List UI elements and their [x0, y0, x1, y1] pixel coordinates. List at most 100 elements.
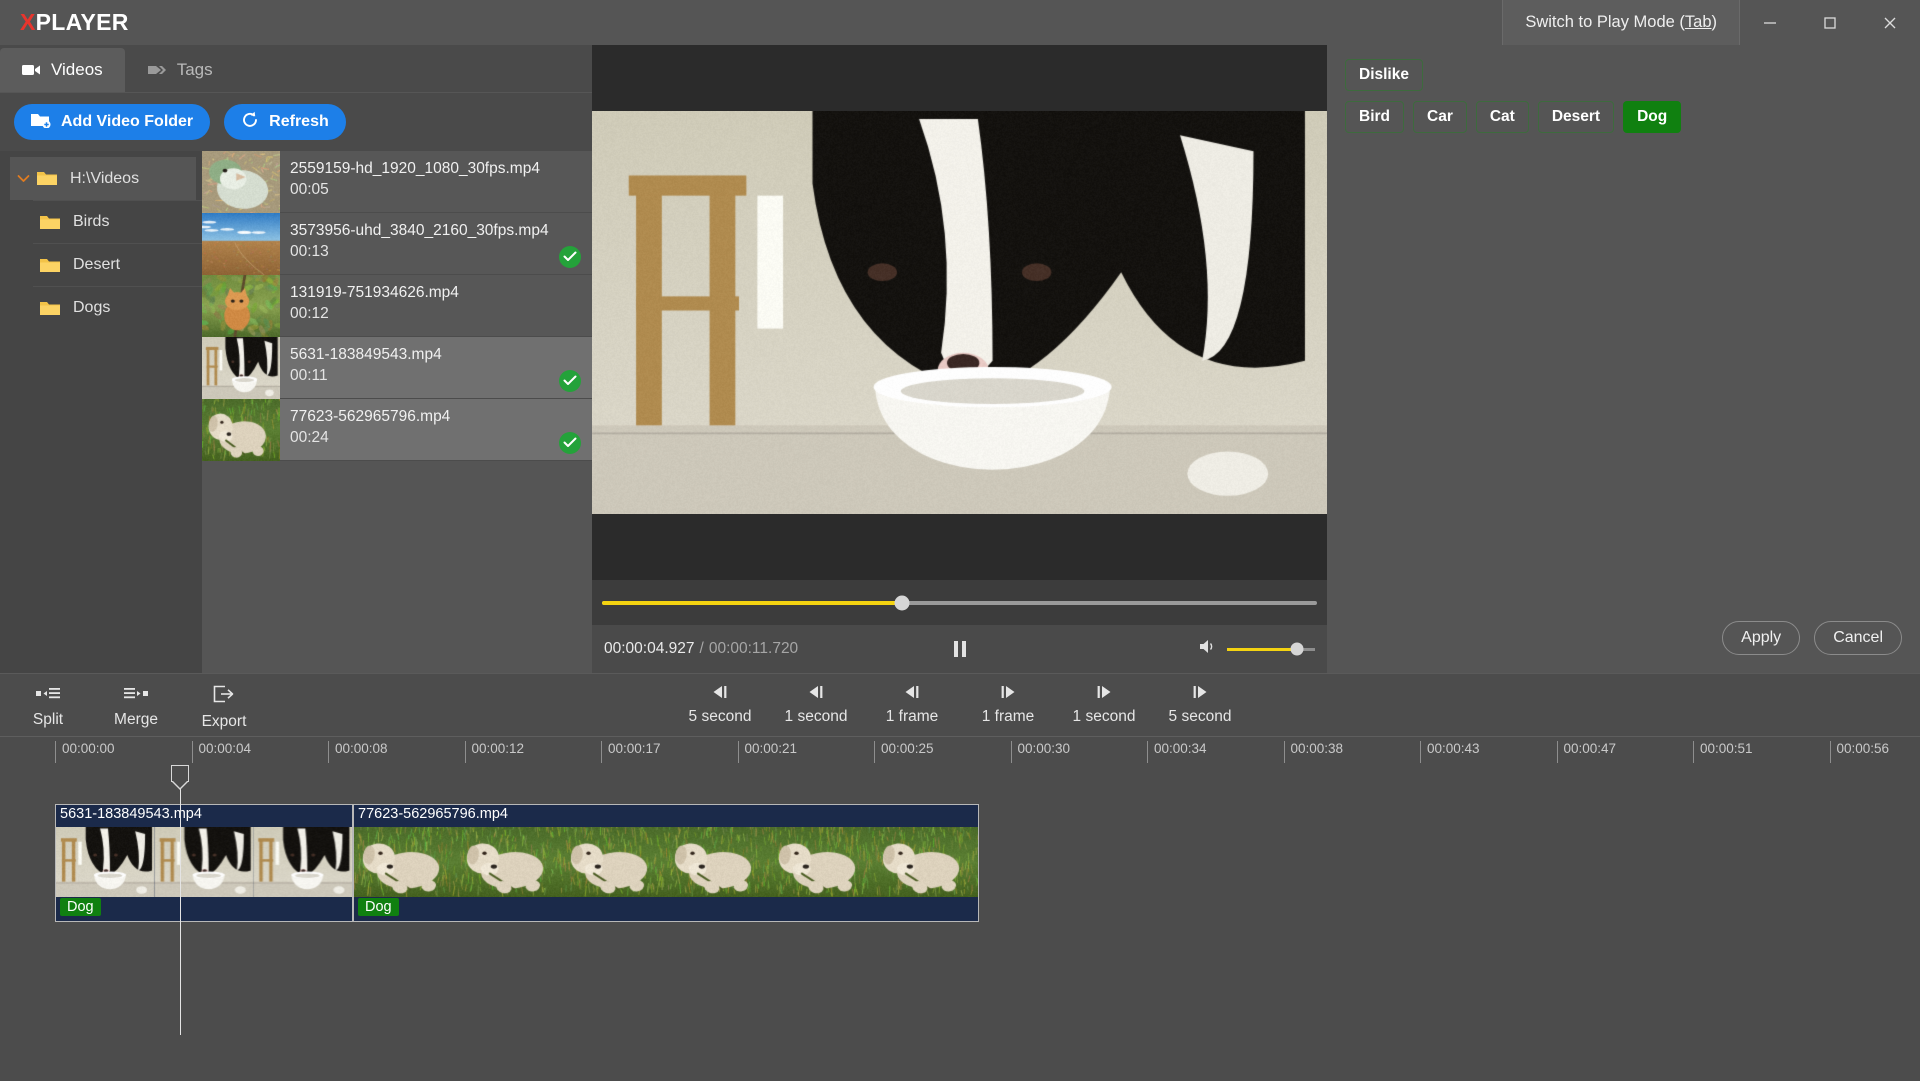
split-icon [36, 685, 60, 706]
seek-bar-container[interactable] [592, 580, 1327, 625]
video-item-name: 5631-183849543.mp4 [290, 345, 592, 365]
pause-button[interactable] [954, 641, 966, 657]
timeline-clip[interactable]: 5631-183849543.mp4 Dog [55, 804, 353, 922]
split-label: Split [33, 711, 63, 729]
forward-1-second-button[interactable]: 1 second [1068, 680, 1140, 726]
folder-icon [36, 170, 58, 187]
check-icon [563, 375, 577, 386]
tag-row-categories: Bird Car Cat Desert Dog [1345, 101, 1902, 133]
tree-item-desert[interactable]: Desert [33, 243, 202, 286]
forward-1-second-label: 1 second [1073, 708, 1136, 726]
switch-to-play-mode-button[interactable]: Switch to Play Mode ( Tab ) [1502, 0, 1740, 45]
tag-bird[interactable]: Bird [1345, 101, 1404, 133]
video-camera-icon [22, 63, 41, 77]
video-item-duration: 00:12 [290, 303, 592, 325]
back-1-frame-label: 1 frame [886, 708, 939, 726]
logo-text: PLAYER [36, 9, 129, 35]
seek-bar-fill [602, 601, 902, 605]
tag-desert[interactable]: Desert [1538, 101, 1614, 133]
add-video-folder-button[interactable]: Add Video Folder [14, 104, 210, 140]
back-5-second-button[interactable]: 5 second [684, 680, 756, 726]
video-item-meta: 131919-751934626.mp4 00:12 [280, 275, 592, 336]
export-icon [213, 685, 235, 708]
tree-item-root[interactable]: H:\Videos [10, 157, 196, 200]
video-list-item[interactable]: 131919-751934626.mp4 00:12 [202, 275, 592, 337]
split-button[interactable]: Split [10, 680, 86, 731]
video-item-duration: 00:11 [290, 365, 592, 387]
tag-icon [147, 63, 167, 77]
back-1-frame-button[interactable]: 1 frame [876, 680, 948, 726]
refresh-button[interactable]: Refresh [224, 104, 346, 140]
ruler-tick: 00:00:25 [874, 741, 934, 763]
timeline-ruler[interactable]: 00:00:00 00:00:04 00:00:08 00:00:12 00:00:17… [0, 736, 1920, 766]
ruler-tick: 00:00:38 [1284, 741, 1344, 763]
chevron-down-icon[interactable] [10, 171, 36, 186]
timeline-track-area[interactable]: 5631-183849543.mp4 Dog 77623-562965796.m… [0, 766, 1920, 1081]
seek-bar-handle[interactable] [895, 595, 910, 610]
tag-panel: Dislike Bird Car Cat Desert Dog Apply Ca… [1327, 45, 1920, 673]
refresh-icon [241, 111, 259, 134]
skip-forward-icon [1094, 685, 1114, 704]
maximize-button[interactable] [1800, 0, 1860, 45]
checked-badge [559, 246, 581, 268]
export-button[interactable]: Export [186, 680, 262, 731]
tree-item-birds-label: Birds [73, 213, 109, 231]
video-list-item[interactable]: 5631-183849543.mp4 00:11 [202, 337, 592, 399]
video-thumbnail [202, 399, 280, 461]
seek-bar[interactable] [602, 601, 1317, 605]
cancel-button[interactable]: Cancel [1814, 621, 1902, 655]
back-1-second-button[interactable]: 1 second [780, 680, 852, 726]
tag-cat[interactable]: Cat [1476, 101, 1529, 133]
folder-icon [39, 300, 61, 317]
timeline-clip-name: 77623-562965796.mp4 [358, 806, 508, 822]
app-logo: XPLAYER [0, 9, 129, 36]
video-item-meta: 5631-183849543.mp4 00:11 [280, 337, 592, 398]
merge-icon [124, 685, 148, 706]
video-item-duration: 00:05 [290, 179, 592, 201]
tab-tags[interactable]: Tags [125, 48, 235, 92]
left-body: H:\Videos Birds Desert Dogs 2559159-hd_1… [0, 151, 592, 673]
timeline-playhead[interactable] [180, 766, 181, 1035]
switch-mode-key: Tab [1685, 13, 1712, 32]
timeline-clip-filmstrip [56, 827, 352, 897]
check-icon [563, 437, 577, 448]
tag-car[interactable]: Car [1413, 101, 1467, 133]
volume-group[interactable] [1199, 639, 1315, 659]
timeline-clip-tag: Dog [60, 898, 101, 916]
add-video-folder-label: Add Video Folder [61, 113, 193, 131]
timeline-clip[interactable]: 77623-562965796.mp4 Dog [353, 804, 979, 922]
video-player-panel: 00:00:04.927 / 00:00:11.720 [592, 45, 1327, 673]
minimize-button[interactable] [1740, 0, 1800, 45]
tree-item-birds[interactable]: Birds [33, 200, 202, 243]
forward-5-second-label: 5 second [1169, 708, 1232, 726]
volume-slider-handle[interactable] [1291, 643, 1304, 656]
step-forward-icon [998, 685, 1018, 704]
video-stage[interactable] [592, 45, 1327, 580]
ruler-tick: 00:00:30 [1011, 741, 1071, 763]
timeline-playhead-handle[interactable] [171, 765, 189, 782]
speaker-icon[interactable] [1199, 639, 1217, 659]
back-1-second-label: 1 second [785, 708, 848, 726]
ruler-tick: 00:00:47 [1557, 741, 1617, 763]
forward-5-second-button[interactable]: 5 second [1164, 680, 1236, 726]
tag-dislike[interactable]: Dislike [1345, 59, 1423, 91]
volume-slider[interactable] [1227, 648, 1315, 651]
video-list[interactable]: 2559159-hd_1920_1080_30fps.mp4 00:05 357… [202, 151, 592, 673]
forward-1-frame-button[interactable]: 1 frame [972, 680, 1044, 726]
apply-button[interactable]: Apply [1722, 621, 1800, 655]
video-list-item[interactable]: 77623-562965796.mp4 00:24 [202, 399, 592, 461]
tree-item-dogs[interactable]: Dogs [33, 286, 202, 329]
ruler-tick: 00:00:04 [192, 741, 252, 763]
switch-mode-post: ) [1712, 13, 1718, 32]
video-list-item[interactable]: 2559159-hd_1920_1080_30fps.mp4 00:05 [202, 151, 592, 213]
tag-dog[interactable]: Dog [1623, 101, 1681, 133]
step-back-icon [902, 685, 922, 704]
video-list-item[interactable]: 3573956-uhd_3840_2160_30fps.mp4 00:13 [202, 213, 592, 275]
skip-forward-icon [1190, 685, 1210, 704]
close-button[interactable] [1860, 0, 1920, 45]
logo-x: X [20, 9, 36, 35]
action-row: Add Video Folder Refresh [0, 93, 592, 151]
tab-videos[interactable]: Videos [0, 48, 125, 92]
video-item-name: 3573956-uhd_3840_2160_30fps.mp4 [290, 221, 592, 241]
merge-button[interactable]: Merge [98, 680, 174, 731]
